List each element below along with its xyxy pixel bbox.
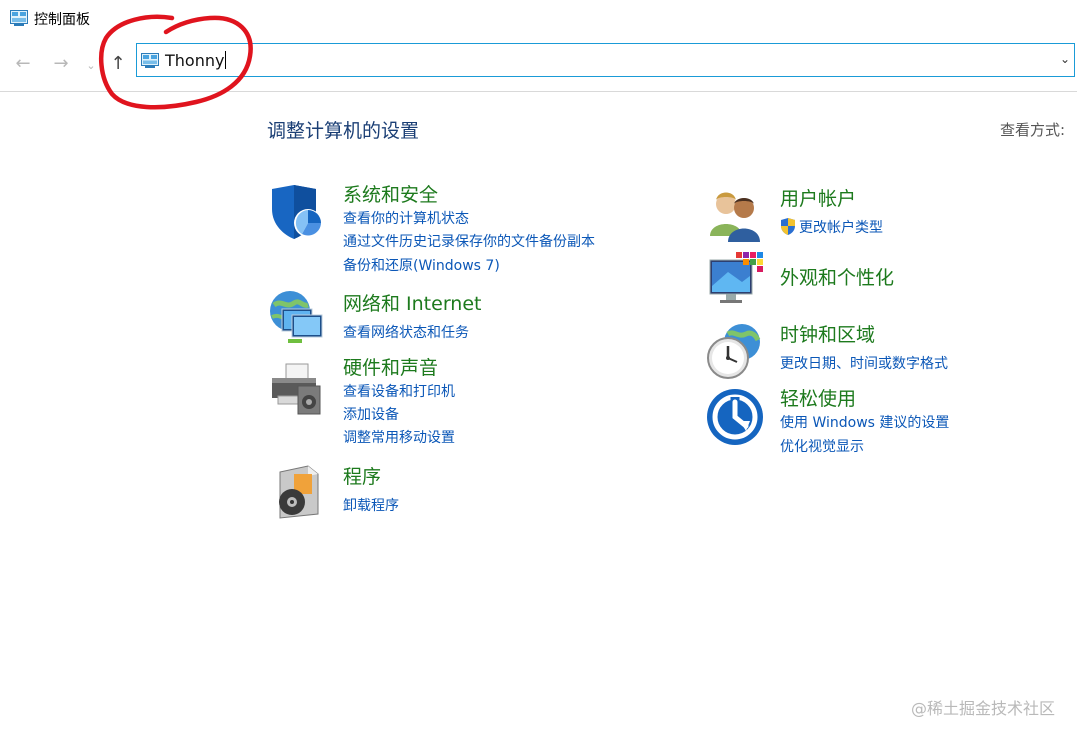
printer-icon[interactable] [268,360,326,418]
appearance-icon[interactable] [706,250,764,308]
category-title[interactable]: 用户帐户 [780,184,856,211]
category-title[interactable]: 硬件和声音 [343,353,438,380]
category-title[interactable]: 程序 [343,462,381,489]
shield-icon[interactable] [268,183,326,241]
address-value: Thonny [165,51,225,70]
up-arrow-icon[interactable]: ↑ [107,52,129,74]
window-title: 控制面板 [34,12,90,28]
address-dropdown-chevron-icon[interactable]: ⌄ [1060,52,1070,66]
watermark: @稀土掘金技术社区 [910,699,1055,718]
address-bar[interactable]: Thonny ⌄ [136,43,1075,77]
category-link[interactable]: 备份和还原(Windows 7) [343,255,500,275]
address-input[interactable]: Thonny [165,51,227,70]
category-link[interactable]: 优化视觉显示 [780,436,864,456]
category-link[interactable]: 更改帐户类型 [780,217,883,237]
ease-of-access-icon[interactable] [706,388,764,446]
category-link[interactable]: 使用 Windows 建议的设置 [780,412,949,432]
page-title: 调整计算机的设置 [267,120,420,142]
control-panel-icon [141,53,159,68]
category-link-text: 更改帐户类型 [799,220,883,236]
users-icon[interactable] [706,186,764,244]
forward-arrow-icon[interactable]: → [50,52,72,74]
category-link[interactable]: 查看设备和打印机 [343,381,455,401]
recent-locations-chevron-icon[interactable]: ⌄ [84,54,98,76]
title-bar: 控制面板 [0,0,1077,36]
category-title[interactable]: 网络和 Internet [343,289,481,316]
category-link[interactable]: 通过文件历史记录保存你的文件备份副本 [343,231,595,251]
category-link[interactable]: 查看你的计算机状态 [343,208,469,228]
category-title[interactable]: 系统和安全 [343,180,438,207]
view-by-label[interactable]: 查看方式: [1000,119,1065,140]
network-icon[interactable] [268,289,326,347]
category-title[interactable]: 外观和个性化 [780,263,894,290]
category-link[interactable]: 卸载程序 [343,495,399,515]
uac-shield-icon [781,218,795,235]
back-arrow-icon[interactable]: ← [12,52,34,74]
category-link[interactable]: 调整常用移动设置 [343,427,455,447]
category-link[interactable]: 添加设备 [343,404,399,424]
category-title[interactable]: 时钟和区域 [780,320,875,347]
control-panel-icon [10,10,28,26]
programs-icon[interactable] [268,462,326,520]
category-title[interactable]: 轻松使用 [780,384,856,411]
category-link[interactable]: 更改日期、时间或数字格式 [780,353,948,373]
category-link[interactable]: 查看网络状态和任务 [343,322,469,342]
clock-icon[interactable] [706,322,764,380]
navigation-bar: ← → ⌄ ↑ Thonny ⌄ [0,36,1077,92]
text-caret [225,51,227,69]
